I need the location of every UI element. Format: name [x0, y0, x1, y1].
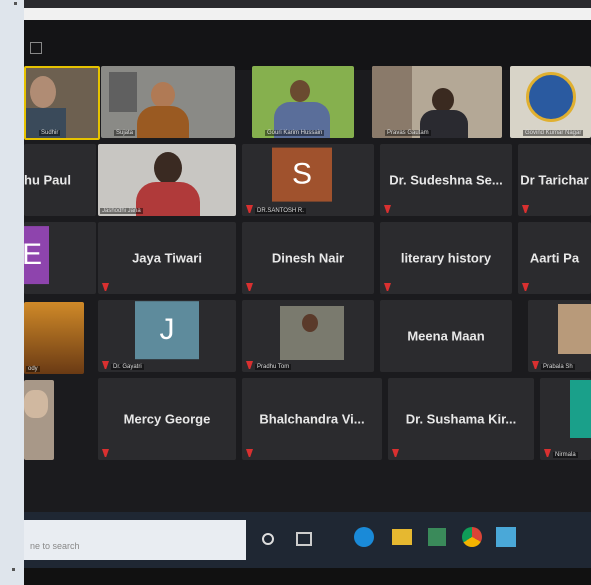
meeting-header	[24, 20, 591, 70]
participant-tile[interactable]: Govind Kumar Nagar	[510, 66, 591, 138]
participant-tile[interactable]: Jashodhi Jana	[98, 144, 236, 216]
participant-avatar: E	[24, 226, 49, 285]
participant-tile[interactable]: hu Paul	[24, 144, 96, 216]
window-title-bar	[24, 8, 591, 20]
participant-tile[interactable]: Gouri Karim Hussain	[252, 66, 354, 138]
window-icon[interactable]	[30, 42, 42, 54]
participant-tile[interactable]: Dr. Sushama Kir...	[388, 378, 534, 460]
participant-video	[136, 182, 200, 216]
participant-video	[24, 390, 48, 418]
participant-tile[interactable]: Mercy George	[98, 378, 236, 460]
page-mark	[12, 568, 15, 571]
participant-tile[interactable]: Sujata	[101, 66, 235, 138]
participant-name: Bhalchandra Vi...	[259, 411, 365, 427]
participant-label: Pravas Gautam	[385, 130, 431, 136]
participant-label: Gouri Karim Hussain	[265, 130, 325, 136]
participant-label: Govind Kumar Nagar	[523, 130, 584, 136]
mic-muted-icon	[246, 449, 253, 457]
participant-label: Pradhu Tom	[255, 364, 292, 370]
participant-label: Sudhir	[39, 130, 61, 136]
participant-tile[interactable]: Meena Maan	[380, 300, 512, 372]
participant-name: Dr. Sudeshna Se...	[389, 172, 503, 188]
participant-tile[interactable]: Sudhir	[24, 66, 100, 140]
teams-icon[interactable]	[496, 527, 516, 547]
search-box[interactable]: ne to search	[24, 520, 246, 560]
participant-tile[interactable]: Dr Tarichar	[518, 144, 591, 216]
mic-muted-icon	[544, 449, 551, 457]
participant-video	[109, 72, 137, 112]
participant-grid: Sudhir Sujata Gouri Karim Hussain Pravas…	[24, 66, 591, 471]
chrome-icon[interactable]	[462, 527, 482, 547]
monitor-bezel	[24, 0, 591, 8]
participant-name: Aarti Pa	[529, 250, 580, 266]
mic-muted-icon	[522, 205, 529, 213]
participant-video	[151, 82, 175, 108]
participant-tile[interactable]: J Dr. Gayatri	[98, 300, 236, 372]
logo-emblem	[526, 72, 576, 122]
participant-video	[137, 106, 189, 138]
participant-video	[30, 76, 56, 108]
participant-label: Jashodhi Jana	[100, 208, 143, 214]
page-margin	[0, 0, 24, 585]
edge-icon[interactable]	[354, 527, 374, 547]
file-explorer-icon[interactable]	[392, 529, 412, 545]
participant-avatar: S	[272, 147, 332, 202]
participant-name: Dinesh Nair	[271, 250, 345, 266]
participant-tile[interactable]: Pradhu Tom	[242, 300, 374, 372]
participant-label: Dr. Gayatri	[111, 364, 144, 370]
participant-avatar: J	[135, 301, 199, 360]
participant-tile[interactable]: Aarti Pa	[518, 222, 591, 294]
participant-tile[interactable]: S DR.SANTOSH R.	[242, 144, 374, 216]
mic-muted-icon	[102, 361, 109, 369]
participant-label: Nirmala	[553, 452, 578, 458]
monitor-base	[24, 568, 591, 585]
participant-name: Mercy George	[123, 411, 211, 427]
participant-name: Meena Maan	[407, 328, 485, 344]
mic-muted-icon	[102, 449, 109, 457]
mic-muted-icon	[246, 205, 253, 213]
windows-taskbar: ne to search	[24, 512, 591, 568]
mic-muted-icon	[392, 449, 399, 457]
participant-video	[372, 66, 412, 138]
mic-muted-icon	[522, 283, 529, 291]
participant-tile[interactable]: E	[24, 222, 96, 294]
participant-tile[interactable]: Bhalchandra Vi...	[242, 378, 382, 460]
participant-label: ody	[26, 366, 40, 372]
participant-tile[interactable]: Prabala Sh	[528, 300, 591, 372]
page-mark	[14, 2, 17, 5]
participant-video	[432, 88, 454, 112]
participant-tile[interactable]: Pravas Gautam	[372, 66, 502, 138]
participant-tile[interactable]: Dinesh Nair	[242, 222, 374, 294]
mic-muted-icon	[384, 283, 391, 291]
mic-muted-icon	[102, 283, 109, 291]
participant-name: literary history	[400, 250, 492, 266]
participant-video	[558, 304, 591, 354]
participant-tile[interactable]	[24, 380, 54, 460]
participant-name: Dr Tarichar	[520, 172, 589, 188]
mic-muted-icon	[384, 205, 391, 213]
participant-name: Jaya Tiwari	[132, 250, 202, 266]
store-icon[interactable]	[428, 528, 446, 546]
participant-tile[interactable]: Jaya Tiwari	[98, 222, 236, 294]
participant-name: Dr. Sushama Kir...	[405, 411, 517, 427]
video-meeting-screen: Sudhir Sujata Gouri Karim Hussain Pravas…	[24, 8, 591, 523]
search-placeholder: ne to search	[30, 541, 80, 551]
participant-tile[interactable]: Dr. Sudeshna Se...	[380, 144, 512, 216]
mic-muted-icon	[246, 283, 253, 291]
participant-video	[570, 380, 591, 438]
participant-video	[154, 152, 182, 184]
participant-tile[interactable]: ody	[24, 302, 84, 374]
participant-label: DR.SANTOSH R.	[255, 208, 306, 214]
participant-video	[302, 314, 318, 332]
cortana-icon[interactable]	[262, 533, 274, 545]
participant-tile[interactable]: Nirmala	[540, 378, 591, 460]
participant-label: Prabala Sh	[541, 364, 575, 370]
mic-muted-icon	[532, 361, 539, 369]
participant-label: Sujata	[114, 130, 136, 136]
participant-tile[interactable]: literary history	[380, 222, 512, 294]
participant-name: hu Paul	[24, 172, 71, 188]
participant-video	[290, 80, 310, 102]
mic-muted-icon	[246, 361, 253, 369]
task-view-icon[interactable]	[296, 532, 312, 546]
